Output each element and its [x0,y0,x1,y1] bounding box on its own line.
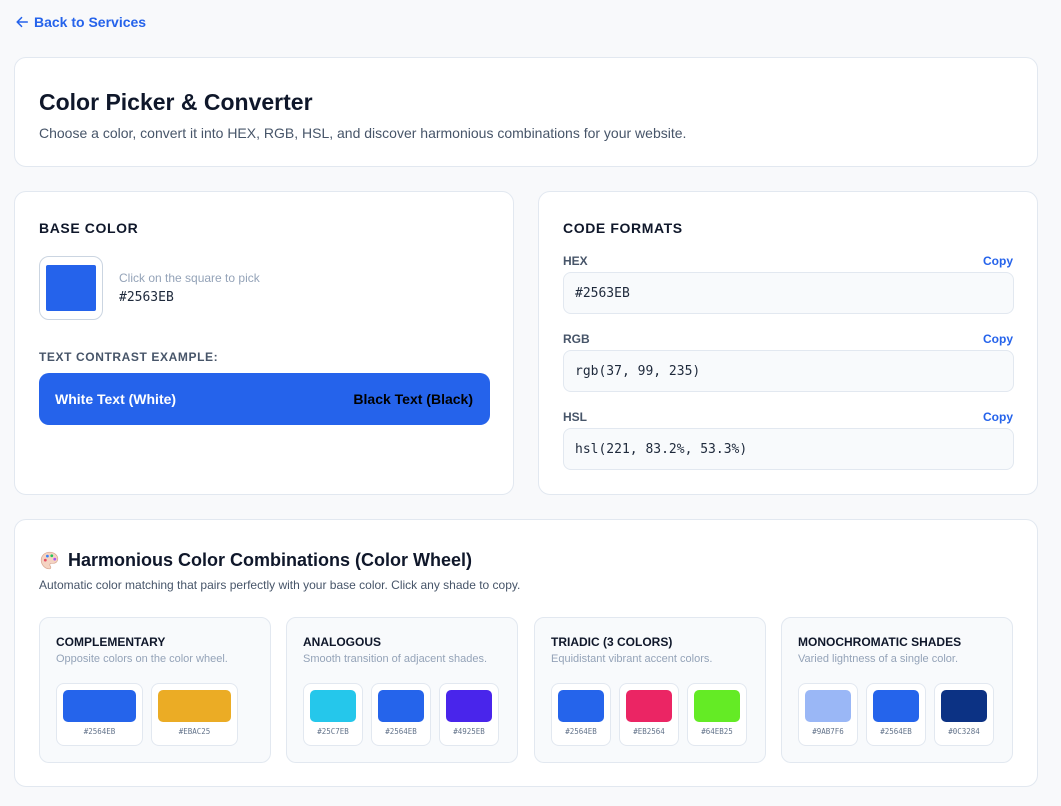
pick-hint: Click on the square to pick [119,271,260,285]
page-title: Color Picker & Converter [39,89,313,115]
harmony-card: Harmonious Color Combinations (Color Whe… [14,519,1038,787]
color-hex-label: #25C7EB [317,727,349,736]
group-title: MONOCHROMATIC SHADES [798,635,962,649]
color-hex-label: #EB2564 [633,727,665,736]
code-formats-card: CODE FORMATS HEX Copy #2563EB RGB Copy r… [538,191,1038,495]
analogous-group: ANALOGOUS Smooth transition of adjacent … [286,617,518,763]
group-description: Opposite colors on the color wheel. [56,653,228,665]
color-chip[interactable]: #25C7EB [303,683,363,746]
group-description: Varied lightness of a single color. [798,653,958,665]
text-contrast-example: White Text (White) Black Text (Black) [39,373,490,425]
base-hex-value: #2563EB [119,290,174,305]
header-card: Color Picker & Converter Choose a color,… [14,57,1038,167]
harmony-title: Harmonious Color Combinations (Color Whe… [68,550,472,570]
color-swatch [626,690,672,722]
copy-rgb-button[interactable]: Copy [983,332,1013,346]
base-color-square [46,265,96,311]
color-swatch [158,690,231,722]
color-hex-label: #2564EB [83,727,116,736]
color-hex-label: #64EB25 [701,727,733,736]
color-hex-label: #0C3284 [948,727,980,736]
harmony-heading: Harmonious Color Combinations (Color Whe… [39,550,472,571]
palette-icon [40,551,59,570]
copy-hex-button[interactable]: Copy [983,254,1013,268]
color-chip[interactable]: #EB2564 [619,683,679,746]
contrast-label: TEXT CONTRAST EXAMPLE: [39,350,219,364]
color-hex-label: #EBAC25 [178,727,211,736]
hsl-field[interactable]: hsl(221, 83.2%, 53.3%) [563,428,1014,470]
group-title: COMPLEMENTARY [56,635,166,649]
complementary-group: COMPLEMENTARY Opposite colors on the col… [39,617,271,763]
color-hex-label: #2564EB [385,727,417,736]
color-hex-label: #9AB7F6 [812,727,844,736]
color-swatch [873,690,919,722]
group-description: Smooth transition of adjacent shades. [303,653,488,665]
group-title: TRIADIC (3 COLORS) [551,635,673,649]
color-chip[interactable]: #2564EB [56,683,143,746]
hex-label: HEX [563,254,588,268]
back-link-label: Back to Services [34,14,147,30]
white-text-sample: White Text (White) [55,391,177,407]
group-title: ANALOGOUS [303,635,381,649]
color-swatch [310,690,356,722]
color-swatch [941,690,987,722]
color-swatch [378,690,424,722]
copy-hsl-button[interactable]: Copy [983,410,1013,424]
rgb-label: RGB [563,332,590,346]
triadic-group: TRIADIC (3 COLORS) Equidistant vibrant a… [534,617,766,763]
color-swatch [805,690,851,722]
color-hex-label: #2564EB [565,727,597,736]
color-chip[interactable]: #0C3284 [934,683,994,746]
base-color-card: BASE COLOR Click on the square to pick #… [14,191,514,495]
color-hex-label: #4925EB [453,727,485,736]
code-formats-title: CODE FORMATS [563,220,683,236]
color-hex-label: #2564EB [880,727,912,736]
color-chip[interactable]: #2564EB [866,683,926,746]
color-chip[interactable]: #2564EB [551,683,611,746]
black-text-sample: Black Text (Black) [353,391,473,407]
harmony-subtitle: Automatic color matching that pairs perf… [39,578,521,592]
color-chip[interactable]: #64EB25 [687,683,747,746]
color-picker-swatch[interactable] [39,256,103,320]
base-color-title: BASE COLOR [39,220,139,236]
color-swatch [558,690,604,722]
monochromatic-group: MONOCHROMATIC SHADES Varied lightness of… [781,617,1013,763]
group-description: Equidistant vibrant accent colors. [551,653,713,665]
hex-field[interactable]: #2563EB [563,272,1014,314]
back-to-services-link[interactable]: Back to Services [15,14,146,30]
arrow-left-icon [16,16,29,28]
color-swatch [63,690,136,722]
color-chip[interactable]: #9AB7F6 [798,683,858,746]
color-chip[interactable]: #4925EB [439,683,499,746]
color-chip[interactable]: #2564EB [371,683,431,746]
color-swatch [694,690,740,722]
color-swatch [446,690,492,722]
rgb-field[interactable]: rgb(37, 99, 235) [563,350,1014,392]
color-chip[interactable]: #EBAC25 [151,683,238,746]
page-subtitle: Choose a color, convert it into HEX, RGB… [39,125,687,141]
hsl-label: HSL [563,410,587,424]
